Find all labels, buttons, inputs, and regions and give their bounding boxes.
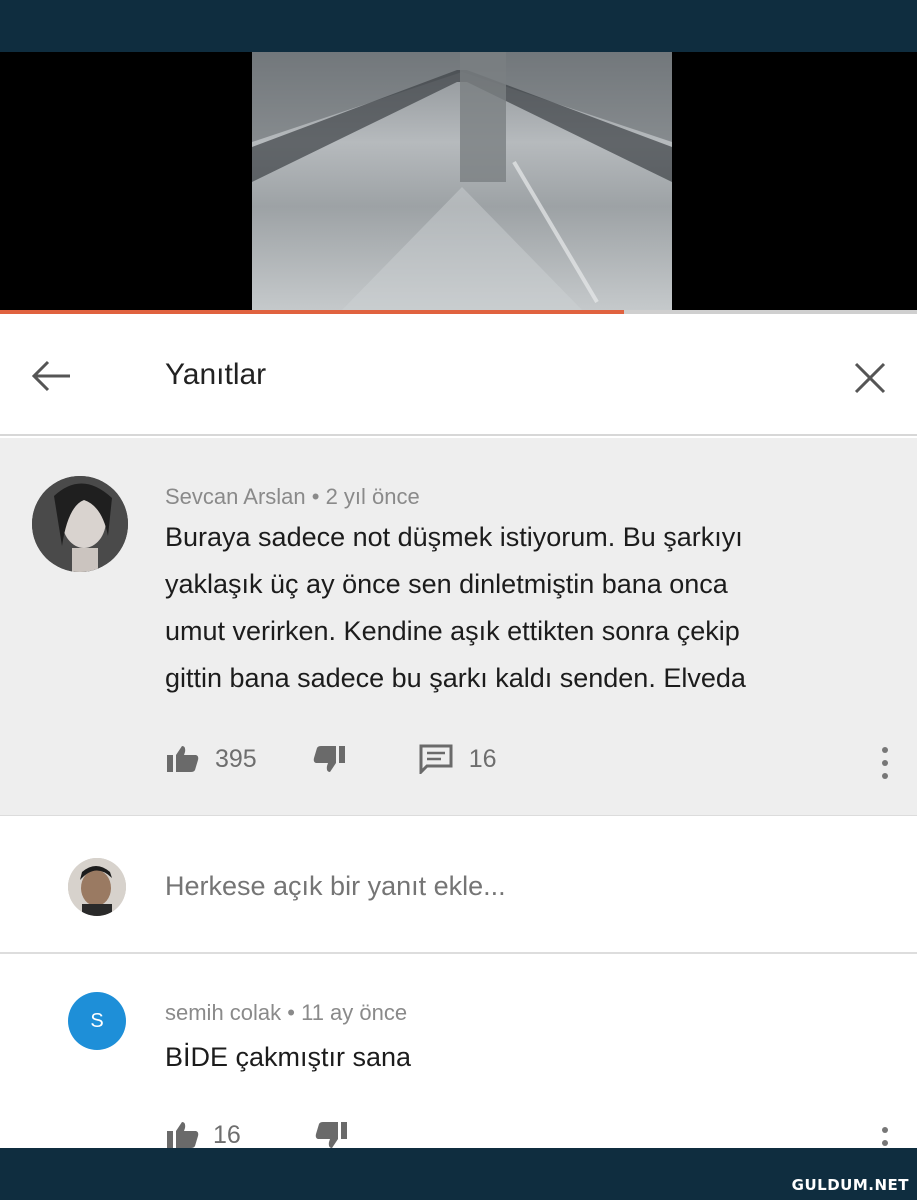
current-user-avatar	[68, 858, 126, 916]
thumbs-up-icon	[167, 746, 199, 772]
comment-actions: 395 16	[165, 744, 497, 774]
reply-composer	[0, 818, 917, 954]
avatar-letter: S	[90, 1009, 104, 1032]
comment-main: Sevcan Arslan • 2 yıl önce Buraya sadece…	[0, 438, 917, 816]
back-arrow-icon[interactable]	[30, 358, 74, 394]
like-count: 395	[215, 744, 257, 773]
reply-meta: semih colak • 11 ay önce	[165, 1000, 407, 1026]
comment-line: yaklaşık üç ay önce sen dinletmiştin ban…	[165, 569, 728, 599]
replies-panel: Yanıtlar Sevcan Arslan • 2 yıl önce Bura…	[0, 314, 917, 1150]
bottom-band: GULDUM.NET	[0, 1148, 917, 1200]
more-vertical-icon[interactable]	[880, 746, 890, 780]
dislike-button[interactable]	[311, 744, 347, 774]
comment-time: 2 yıl önce	[325, 484, 420, 509]
comment-author-avatar[interactable]	[32, 476, 128, 572]
reply-icon	[419, 744, 453, 774]
thumbs-down-icon	[315, 1122, 347, 1148]
reply-author[interactable]: semih colak	[165, 1000, 281, 1025]
like-count: 16	[213, 1120, 241, 1149]
like-button[interactable]: 395	[165, 744, 257, 774]
comment-meta: Sevcan Arslan • 2 yıl önce	[165, 484, 420, 510]
comment-line: gittin bana sadece bu şarkı kaldı senden…	[165, 663, 746, 693]
replies-header: Yanıtlar	[0, 314, 917, 436]
thumbs-down-icon	[313, 746, 345, 772]
site-watermark: GULDUM.NET	[791, 1176, 909, 1194]
reply-actions: 16	[165, 1120, 349, 1150]
comment-line: umut verirken. Kendine aşık ettikten son…	[165, 616, 740, 646]
reply-time: 11 ay önce	[301, 1000, 408, 1025]
comment-author[interactable]: Sevcan Arslan	[165, 484, 306, 509]
page-title: Yanıtlar	[165, 358, 267, 391]
reply-text: BİDE çakmıştır sana	[165, 1042, 412, 1072]
reply-button[interactable]: 16	[419, 744, 497, 774]
comment-text: Buraya sadece not düşmek istiyorum. Bu ş…	[165, 514, 895, 702]
comment-line: Buraya sadece not düşmek istiyorum. Bu ş…	[165, 522, 743, 552]
meta-separator: •	[281, 1000, 302, 1025]
reply-comment: S semih colak • 11 ay önce BİDE çakmıştı…	[0, 954, 917, 1150]
reply-count: 16	[468, 744, 497, 773]
reply-input[interactable]	[165, 871, 805, 902]
close-icon[interactable]	[850, 358, 890, 398]
more-vertical-icon[interactable]	[880, 1126, 890, 1148]
meta-separator: •	[305, 484, 326, 509]
top-band	[0, 0, 917, 52]
video-player[interactable]	[0, 52, 917, 314]
reply-author-avatar[interactable]: S	[68, 992, 126, 1050]
like-button[interactable]: 16	[165, 1120, 241, 1150]
video-frame	[252, 52, 672, 310]
dislike-button[interactable]	[313, 1120, 349, 1150]
thumbs-up-icon	[167, 1122, 199, 1148]
